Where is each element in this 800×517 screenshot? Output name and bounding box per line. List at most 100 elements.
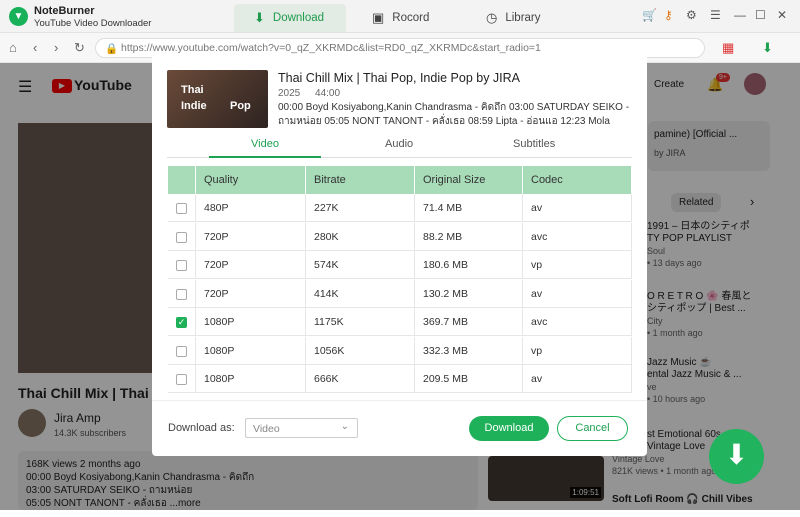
video-title: Thai Chill Mix | Thai Pop, Indie Pop by …	[278, 71, 521, 85]
cell-bitrate: 574K	[306, 251, 415, 279]
table-row[interactable]: ✓ 1080P 1175K 369.7 MB avc	[168, 308, 632, 336]
checkbox-checked-icon[interactable]: ✓	[176, 317, 187, 328]
cell-codec: avc	[523, 308, 632, 336]
tab-audio[interactable]: Audio	[385, 138, 413, 150]
reload-icon[interactable]: ↻	[74, 40, 85, 56]
record-icon: ▣	[372, 10, 385, 25]
forward-icon[interactable]: ›	[54, 40, 58, 55]
library-icon: ◷	[486, 10, 498, 25]
thumb-text: Indie	[181, 100, 207, 112]
checkbox-icon[interactable]	[176, 345, 187, 357]
cell-bitrate: 1175K	[306, 308, 415, 336]
row-checkbox[interactable]: ✓	[168, 308, 196, 336]
cell-bitrate: 414K	[306, 279, 415, 308]
app-logo-icon: ▼	[9, 7, 28, 26]
close-icon[interactable]: ✕	[777, 8, 787, 22]
tab-library[interactable]: ◷ Library	[486, 4, 576, 32]
row-checkbox[interactable]	[168, 336, 196, 365]
cart-icon[interactable]: 🛒	[642, 8, 657, 22]
cell-codec: avc	[523, 222, 632, 251]
minimize-icon[interactable]: —	[734, 8, 746, 22]
cell-codec: vp	[523, 251, 632, 279]
download-dialog: Thai Indie Pop Thai Chill Mix | Thai Pop…	[152, 54, 647, 456]
download-as-label: Download as:	[168, 422, 235, 434]
table-row[interactable]: 720P 280K 88.2 MB avc	[168, 222, 632, 251]
table-row[interactable]: 720P 574K 180.6 MB vp	[168, 251, 632, 279]
row-checkbox[interactable]	[168, 251, 196, 279]
cell-codec: av	[523, 365, 632, 393]
tab-label: Rocord	[392, 12, 430, 24]
video-meta: 2025 44:00	[278, 88, 340, 99]
cancel-button[interactable]: Cancel	[557, 416, 628, 441]
cell-quality: 1080P	[196, 365, 306, 393]
select-value: Video	[253, 423, 280, 435]
checkbox-icon[interactable]	[176, 231, 187, 243]
tab-subtitles[interactable]: Subtitles	[513, 138, 555, 150]
cell-size: 88.2 MB	[415, 222, 523, 251]
video-year: 2025	[278, 88, 301, 99]
table-row[interactable]: 720P 414K 130.2 MB av	[168, 279, 632, 308]
cell-quality: 480P	[196, 194, 306, 222]
floating-download-icon[interactable]: ⬇	[709, 429, 764, 484]
cell-codec: av	[523, 279, 632, 308]
quality-table: Quality Bitrate Original Size Codec 480P…	[168, 166, 632, 394]
apps-icon[interactable]: ▦	[722, 40, 734, 56]
row-checkbox[interactable]	[168, 365, 196, 393]
format-tabs: Video Audio Subtitles	[167, 134, 632, 158]
video-description: 00:00 Boyd Kosiyabong,Kanin Chandrasma -…	[278, 102, 630, 127]
cell-quality: 1080P	[196, 336, 306, 365]
cell-bitrate: 666K	[306, 365, 415, 393]
row-checkbox[interactable]	[168, 222, 196, 251]
cell-quality: 1080P	[196, 308, 306, 336]
download-as-select[interactable]: Video ⌄	[245, 418, 358, 438]
cell-bitrate: 227K	[306, 194, 415, 222]
lock-icon: 🔒	[105, 43, 119, 55]
header-size: Original Size	[415, 166, 523, 194]
title-bar: ▼ NoteBurner YouTube Video Downloader ⬇ …	[0, 0, 800, 33]
settings-icon[interactable]: ⚙	[686, 8, 697, 22]
key-icon[interactable]: ⚷	[664, 8, 673, 22]
row-checkbox[interactable]	[168, 279, 196, 308]
active-tab-indicator	[209, 156, 321, 158]
video-duration: 44:00	[315, 88, 341, 99]
back-icon[interactable]: ‹	[33, 40, 37, 55]
menu-icon[interactable]: ☰	[710, 8, 721, 22]
cell-size: 71.4 MB	[415, 194, 523, 222]
table-header: Quality Bitrate Original Size Codec	[168, 166, 632, 194]
header-quality: Quality	[196, 166, 306, 194]
cell-size: 332.3 MB	[415, 336, 523, 365]
tab-label: Download	[272, 12, 325, 24]
app-name: NoteBurner	[34, 5, 95, 17]
tab-download[interactable]: ⬇ Download	[234, 4, 346, 32]
app-subtitle: YouTube Video Downloader	[34, 18, 152, 29]
table-row[interactable]: 1080P 1056K 332.3 MB vp	[168, 336, 632, 365]
header-select	[168, 166, 196, 194]
download-button[interactable]: Download	[469, 416, 549, 441]
download-icon: ⬇	[254, 10, 265, 25]
tab-record[interactable]: ▣ Rocord	[372, 4, 462, 32]
checkbox-icon[interactable]	[176, 260, 187, 271]
table-row[interactable]: 480P 227K 71.4 MB av	[168, 194, 632, 222]
cell-quality: 720P	[196, 279, 306, 308]
row-checkbox[interactable]	[168, 194, 196, 222]
chevron-down-icon: ⌄	[340, 421, 349, 432]
header-codec: Codec	[523, 166, 632, 194]
table-row[interactable]: 1080P 666K 209.5 MB av	[168, 365, 632, 393]
checkbox-icon[interactable]	[176, 374, 187, 385]
maximize-icon[interactable]: ☐	[755, 8, 766, 22]
checkbox-icon[interactable]	[176, 288, 187, 300]
tab-video[interactable]: Video	[251, 138, 279, 150]
checkbox-icon[interactable]	[176, 203, 187, 214]
cell-bitrate: 1056K	[306, 336, 415, 365]
home-icon[interactable]: ⌂	[9, 40, 17, 55]
tab-label: Library	[505, 12, 541, 24]
cell-codec: vp	[523, 336, 632, 365]
cell-codec: av	[523, 194, 632, 222]
divider	[152, 400, 647, 401]
cell-size: 209.5 MB	[415, 365, 523, 393]
cell-quality: 720P	[196, 251, 306, 279]
cell-quality: 720P	[196, 222, 306, 251]
download-panel-icon[interactable]: ⬇	[762, 40, 773, 56]
cell-size: 180.6 MB	[415, 251, 523, 279]
video-thumbnail: Thai Indie Pop	[167, 70, 268, 128]
